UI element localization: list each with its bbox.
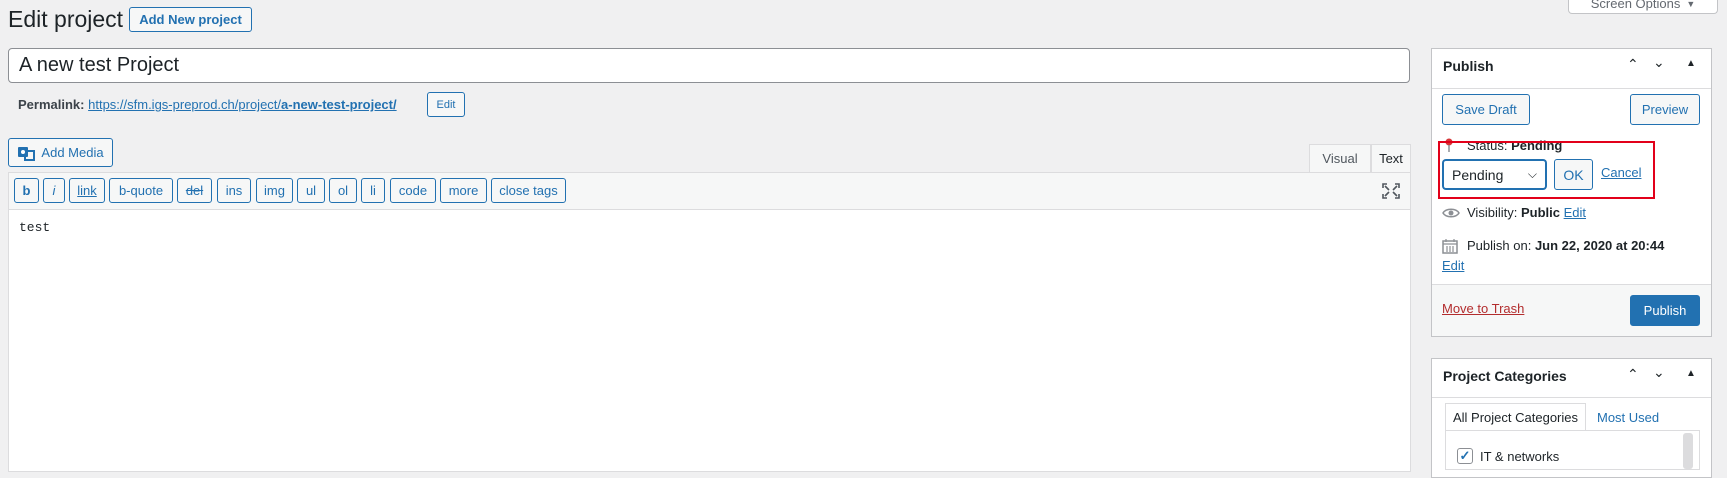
tab-all-categories[interactable]: All Project Categories [1445,403,1586,431]
qt-ins-button[interactable]: ins [217,178,251,203]
screen-options-label: Screen Options [1590,0,1681,11]
qt-img-button[interactable]: img [256,178,293,203]
fullscreen-icon[interactable] [1382,183,1400,199]
add-new-project-button[interactable]: Add New project [129,7,252,32]
qt-bquote-button[interactable]: b-quote [109,178,173,203]
qt-bold-button[interactable]: b [14,178,39,203]
qt-italic-button[interactable]: i [43,178,65,203]
move-down-icon[interactable]: ⌄ [1653,54,1665,71]
categories-move-down-icon[interactable]: ⌄ [1653,364,1665,381]
publish-on-label: Publish on: [1467,238,1532,253]
qt-ul-button[interactable]: ul [297,178,325,203]
categories-scrollbar[interactable] [1683,433,1693,469]
tab-visual[interactable]: Visual [1309,144,1371,172]
publish-on-edit-link[interactable]: Edit [1442,258,1464,273]
add-media-icon [17,145,36,161]
qt-close-tags-button[interactable]: close tags [491,178,566,203]
category-checkbox[interactable]: ✓ [1457,448,1473,464]
permalink-base: https://sfm.igs-preprod.ch/project/ [88,97,282,112]
editor-area[interactable] [8,172,1411,472]
visibility-edit-link[interactable]: Edit [1564,205,1586,220]
permalink-edit-button[interactable]: Edit [427,92,465,117]
qt-ol-button[interactable]: ol [329,178,357,203]
visibility-row: Visibility: Public Edit [1467,205,1586,220]
categories-move-up-icon[interactable]: ⌃ [1627,366,1639,383]
move-to-trash-link[interactable]: Move to Trash [1442,301,1524,316]
calendar-icon [1442,238,1458,254]
publish-divider [1432,88,1711,89]
categories-divider [1432,397,1711,398]
status-highlight-box [1438,141,1655,199]
tab-text[interactable]: Text [1371,144,1411,172]
visibility-label: Visibility: [1467,205,1518,220]
move-up-icon[interactable]: ⌃ [1627,56,1639,73]
qt-more-button[interactable]: more [440,178,487,203]
publish-title: Publish [1443,58,1494,74]
toggle-panel-icon[interactable]: ▲ [1686,58,1696,69]
add-media-label: Add Media [41,145,104,160]
screen-options-button[interactable]: Screen Options ▼ [1568,0,1718,14]
visibility-value: Public [1520,205,1560,220]
editor-content: test [19,220,51,235]
qt-li-button[interactable]: li [361,178,385,203]
page-title: Edit project [8,6,124,32]
permalink: Permalink: https://sfm.igs-preprod.ch/pr… [18,95,397,115]
eye-icon [1442,207,1460,219]
permalink-link[interactable]: https://sfm.igs-preprod.ch/project/a-new… [88,97,397,112]
qt-del-button[interactable]: del [177,178,212,203]
permalink-label: Permalink: [18,97,85,112]
post-title-input[interactable] [8,48,1410,83]
caret-down-icon: ▼ [1686,0,1696,9]
publish-button[interactable]: Publish [1630,295,1700,326]
publish-on-value: Jun 22, 2020 at 20:44 [1534,238,1665,253]
preview-button[interactable]: Preview [1630,94,1700,125]
publish-on-row: Publish on: Jun 22, 2020 at 20:44 [1467,238,1664,253]
qt-code-button[interactable]: code [390,178,436,203]
save-draft-button[interactable]: Save Draft [1442,94,1530,125]
permalink-slug: a-new-test-project/ [281,97,397,112]
tab-most-used[interactable]: Most Used [1597,410,1659,425]
categories-title: Project Categories [1443,368,1567,384]
qt-link-button[interactable]: link [69,178,105,203]
categories-toggle-icon[interactable]: ▲ [1686,368,1696,379]
add-media-button[interactable]: Add Media [8,138,113,167]
category-label: IT & networks [1480,449,1560,464]
